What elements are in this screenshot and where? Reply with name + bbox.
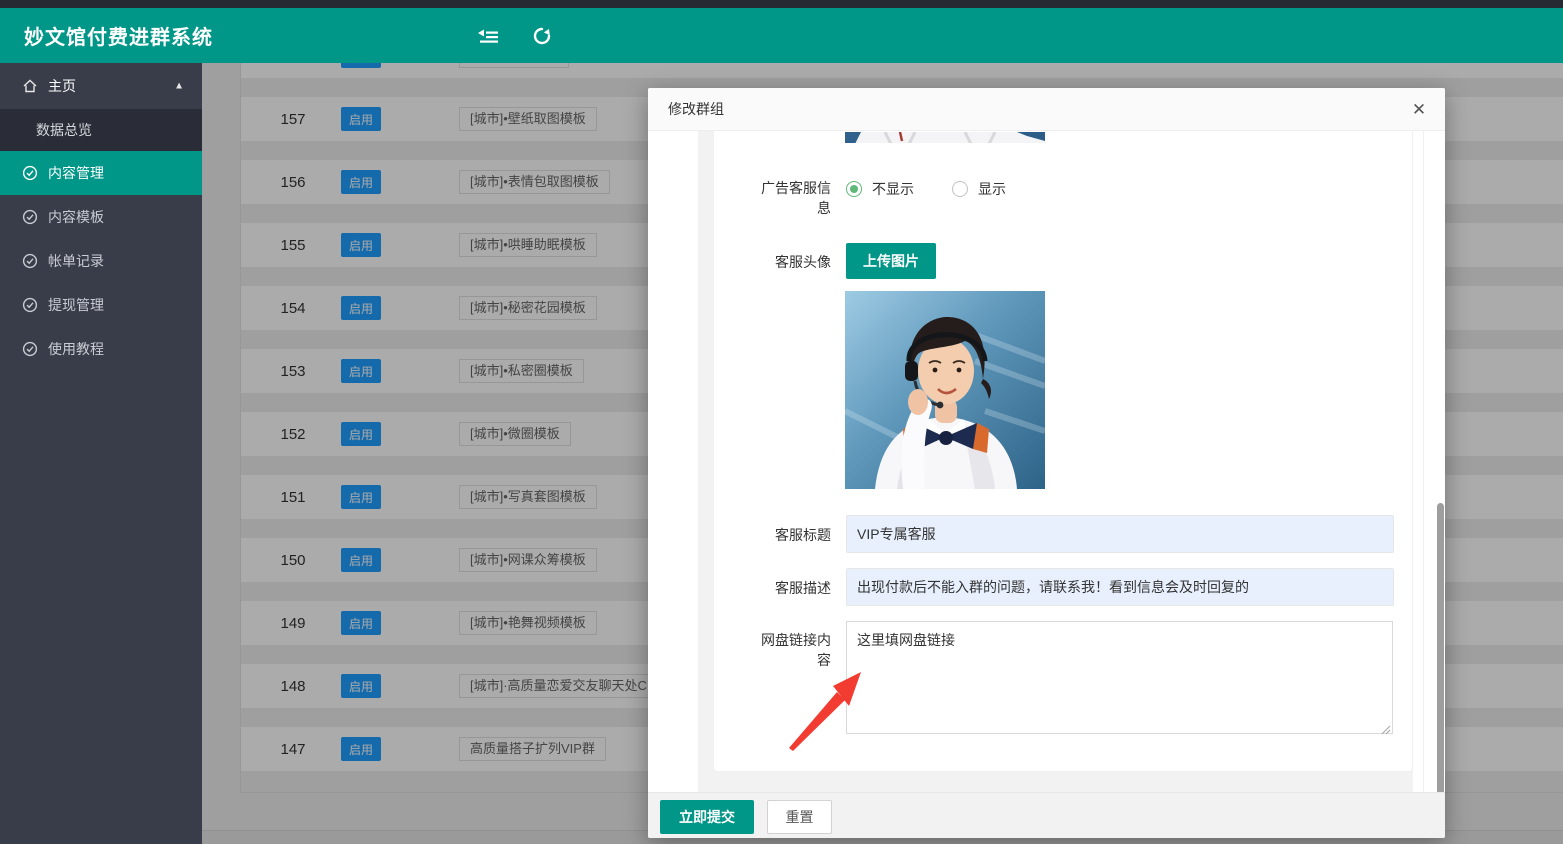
service-desc-input[interactable] [846,568,1394,606]
sidebar-item-content-template[interactable]: 内容模板 [0,195,202,239]
edit-group-modal: 修改群组 ✕ [648,88,1445,838]
sidebar-item-bill-records[interactable]: 帐单记录 [0,239,202,283]
chevron-up-icon: ▲ [174,81,184,92]
refresh-icon[interactable] [528,22,556,50]
app-window: 妙文馆付费进群系统 主页 ▲ 数据总览 [0,0,1563,844]
collapse-menu-icon[interactable] [474,22,502,50]
sidebar: 主页 ▲ 数据总览 内容管理 内容模板 帐单记录 [0,63,202,844]
radio-show-label[interactable]: 显示 [978,179,1006,199]
service-title-input[interactable] [846,515,1394,553]
home-icon [22,78,38,94]
sidebar-item-label: 提现管理 [48,295,104,315]
sidebar-item-label: 数据总览 [36,120,92,140]
sidebar-item-label: 主页 [48,76,76,96]
upload-image-button[interactable]: 上传图片 [846,243,936,279]
check-circle-icon [22,165,38,181]
service-title-label: 客服标题 [731,525,831,545]
modal-footer: 立即提交 重置 [648,792,1445,838]
modal-title: 修改群组 [668,99,724,119]
sidebar-item-home[interactable]: 主页 ▲ [0,63,202,109]
ad-service-radio-group: 不显示 显示 [846,178,1006,200]
check-circle-icon [22,341,38,357]
edit-group-form: 广告客服信息 不显示 显示 客服头像 上传图片 [713,131,1413,772]
radio-hide[interactable] [846,181,862,197]
sidebar-item-withdraw-manage[interactable]: 提现管理 [0,283,202,327]
customer-service-photo [845,291,1045,489]
submit-button[interactable]: 立即提交 [660,800,754,834]
modal-titlebar: 修改群组 ✕ [648,88,1445,131]
sidebar-item-label: 使用教程 [48,339,104,359]
reset-button[interactable]: 重置 [767,800,832,834]
sidebar-item-data-overview[interactable]: 数据总览 [0,109,202,151]
sidebar-item-usage-tutorial[interactable]: 使用教程 [0,327,202,371]
sidebar-item-label: 内容管理 [48,163,104,183]
avatar-label: 客服头像 [731,252,831,272]
radio-show[interactable] [952,181,968,197]
modal-inner-divider [1423,131,1424,792]
service-desc-label: 客服描述 [731,578,831,598]
sidebar-item-label: 内容模板 [48,207,104,227]
clipped-photo-fragment [845,131,1045,143]
app-title: 妙文馆付费进群系统 [24,21,213,50]
netdisk-label: 网盘链接内容 [753,630,831,670]
window-top-strip [0,0,1563,8]
content-region: 157启用[城市]•壁纸取图模板156启用[城市]•表情包取图模板155启用[城… [202,63,1563,844]
check-circle-icon [22,253,38,269]
modal-scrollbar-thumb[interactable] [1437,503,1444,792]
ad-service-label: 广告客服信息 [753,178,831,218]
check-circle-icon [22,209,38,225]
app-header: 妙文馆付费进群系统 [0,8,1563,63]
radio-hide-label[interactable]: 不显示 [872,179,914,199]
sidebar-item-label: 帐单记录 [48,251,104,271]
modal-body: 广告客服信息 不显示 显示 客服头像 上传图片 [648,131,1445,792]
netdisk-textarea[interactable]: 这里填网盘链接 [846,621,1393,734]
close-icon[interactable]: ✕ [1407,98,1431,122]
sidebar-item-content-manage[interactable]: 内容管理 [0,151,202,195]
check-circle-icon [22,297,38,313]
